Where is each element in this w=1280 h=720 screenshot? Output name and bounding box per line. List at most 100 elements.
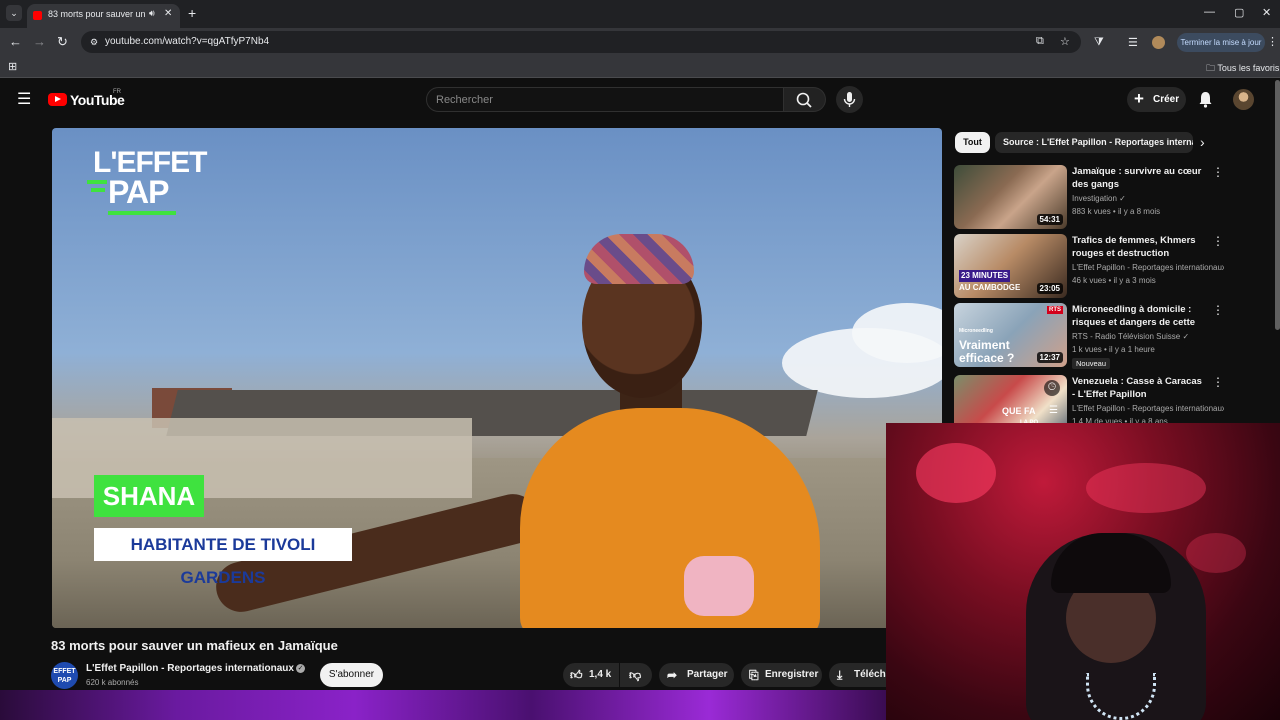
channel-name[interactable]: L'Effet Papillon - Reportages internatio… (86, 663, 294, 674)
pink-bottle-shape (684, 556, 754, 616)
recommendation-item[interactable]: 54:31 Jamaïque : survivre au cœur des ga… (954, 165, 1274, 231)
tab-close-icon[interactable]: ✕ (164, 8, 172, 19)
more-options-icon[interactable]: ⋮ (1212, 375, 1224, 389)
forward-arrow-icon[interactable]: → (33, 34, 46, 50)
download-icon: ⤓ (837, 668, 843, 682)
light-glow (1186, 533, 1246, 573)
share-button[interactable]: ➦ Partager (659, 663, 734, 687)
recommendation-title[interactable]: Trafics de femmes, Khmers rouges et dest… (1072, 234, 1204, 260)
new-badge: Nouveau (1072, 358, 1111, 369)
browser-tab-active[interactable]: 83 morts pour sauver un mafieux 🔊︎ ✕ (27, 4, 180, 28)
recommendation-title[interactable]: Venezuela : Casse à Caracas - L'Effet Pa… (1072, 375, 1204, 401)
search-icon (796, 92, 812, 108)
share-label: Partager (687, 669, 728, 680)
chip-all[interactable]: Tout (955, 132, 990, 153)
search-box[interactable] (426, 87, 784, 112)
thumb-caption-line2: AU CAMBODGE (959, 283, 1021, 292)
url-text[interactable]: youtube.com/watch?v=qgATfyP7Nb4 (105, 36, 269, 47)
minimize-icon[interactable]: — (1204, 6, 1215, 18)
video-thumbnail[interactable]: RTS Microneedling Vraiment efficace ? 12… (954, 303, 1067, 367)
duration-badge: 12:37 (1036, 352, 1063, 363)
add-to-queue-icon[interactable]: ☰ (1049, 405, 1058, 416)
lower-third-name: SHANA (94, 475, 204, 517)
verified-check-icon: ✓ (1119, 194, 1126, 203)
plus-icon: + (1134, 89, 1144, 108)
like-count: 1,4 k (589, 669, 612, 680)
streamer-webcam-overlay (886, 423, 1280, 720)
youtube-favicon-icon (33, 11, 42, 20)
save-label: Enregistrer (765, 669, 819, 680)
video-thumbnail[interactable]: 23 MINUTES AU CAMBODGE 23:05 (954, 234, 1067, 298)
search-button[interactable] (784, 87, 826, 112)
thumb-caption-line1: 23 MINUTES (959, 270, 1011, 282)
window-close-icon[interactable]: ✕ (1262, 6, 1271, 19)
search-input[interactable] (436, 92, 766, 108)
thumbs-up-icon: 👍︎ (570, 668, 583, 682)
site-info-icon[interactable]: ⚙ (87, 35, 101, 49)
dislike-button[interactable]: 👎︎ (620, 663, 652, 687)
channel-avatar[interactable]: EFFET PAP (51, 662, 78, 689)
maximize-icon[interactable]: ▢ (1234, 6, 1244, 19)
recommendation-title[interactable]: Jamaïque : survivre au cœur des gangs (1072, 165, 1204, 191)
logo-line-2: PAP (108, 174, 169, 210)
more-options-icon[interactable]: ⋮ (1212, 234, 1224, 248)
voice-search-button[interactable] (836, 86, 863, 113)
recommendation-title[interactable]: Microneedling à domicile : risques et da… (1072, 303, 1204, 329)
all-bookmarks-label: Tous les favoris (1217, 63, 1280, 73)
headscarf-shape (584, 234, 694, 284)
create-label: Créer (1153, 94, 1180, 105)
video-player[interactable]: L'EFFET PAP SHANA HABITANTE DE TIVOLI GA… (52, 128, 942, 628)
speaker-icon[interactable]: 🔊︎ (149, 8, 155, 19)
reload-icon[interactable]: ↻ (57, 34, 68, 50)
duration-badge: 54:31 (1036, 214, 1063, 225)
all-bookmarks-folder[interactable]: 🗀︎ Tous les favoris (1206, 61, 1279, 77)
more-options-icon[interactable]: ⋮ (1212, 303, 1224, 317)
recommendation-channel[interactable]: L'Effet Papillon - Reportages internatio… (1072, 263, 1224, 272)
recommendation-channel[interactable]: RTS - Radio Télévision Suisse ✓ (1072, 332, 1224, 341)
recommendation-channel[interactable]: Investigation ✓ (1072, 194, 1224, 203)
save-button[interactable]: ⎘ Enregistrer (741, 663, 822, 687)
install-app-icon[interactable]: ⧉ (1036, 35, 1044, 48)
more-options-icon[interactable]: ⋮ (1212, 165, 1224, 179)
chip-source[interactable]: Source : L'Effet Papillon - Reportages i… (995, 132, 1193, 153)
reading-list-icon[interactable]: ☰ (1128, 36, 1138, 49)
recommendation-meta: 883 k vues • il y a 8 mois (1072, 207, 1161, 216)
tab-title: 83 morts pour sauver un mafieux (48, 9, 146, 19)
chevron-right-icon[interactable]: › (1200, 134, 1205, 150)
account-avatar[interactable] (1233, 89, 1254, 110)
subscribe-button[interactable]: S'abonner (320, 663, 383, 687)
recommendation-item[interactable]: 23 MINUTES AU CAMBODGE 23:05 Trafics de … (954, 234, 1274, 300)
create-button[interactable]: + Créer (1127, 87, 1186, 112)
tab-search-button[interactable]: ⌄ (6, 5, 22, 21)
profile-avatar-icon[interactable] (1152, 36, 1165, 49)
recommendation-item[interactable]: RTS Microneedling Vraiment efficace ? 12… (954, 303, 1274, 369)
download-button[interactable]: ⤓ Télécha (829, 663, 891, 687)
watch-later-clock-icon[interactable]: 🕒︎ (1044, 380, 1060, 396)
browser-menu-icon[interactable]: ⋮ (1267, 35, 1278, 48)
light-glow (916, 443, 996, 503)
lower-third-role: HABITANTE DE TIVOLI GARDENS (94, 528, 352, 587)
menu-hamburger-icon[interactable]: ☰ (17, 92, 31, 108)
light-glow (1086, 463, 1206, 513)
back-arrow-icon[interactable]: ← (9, 34, 22, 50)
notifications-bell-icon[interactable] (1197, 90, 1214, 108)
new-tab-button[interactable]: + (188, 5, 196, 21)
recommendation-meta: 46 k vues • il y a 3 mois (1072, 276, 1156, 285)
thumb-caption-line1: QUE FA (1002, 406, 1036, 416)
video-thumbnail[interactable]: 54:31 (954, 165, 1067, 229)
stream-overlay-strip (0, 690, 886, 720)
like-button[interactable]: 👍︎ 1,4 k (563, 663, 619, 687)
logo-green-bar (91, 188, 105, 192)
address-bar[interactable]: ⚙ youtube.com/watch?v=qgATfyP7Nb4 ⧉ ☆ (81, 31, 1081, 53)
page-scrollbar[interactable] (1275, 80, 1280, 330)
folder-icon: 🗀︎ (1206, 63, 1216, 73)
logo-green-bar (87, 180, 107, 184)
apps-grid-icon[interactable]: ⊞ (8, 60, 17, 73)
update-browser-button[interactable]: Terminer la mise à jour (1177, 33, 1265, 52)
region-code: FR (113, 89, 121, 95)
orange-shirt-shape (520, 408, 820, 628)
effet-papillon-logo: L'EFFET PAP (87, 148, 207, 218)
recommendation-channel[interactable]: L'Effet Papillon - Reportages internatio… (1072, 404, 1224, 413)
bookmark-star-icon[interactable]: ☆ (1060, 35, 1070, 48)
extensions-icon[interactable]: ⧩ (1094, 36, 1104, 49)
